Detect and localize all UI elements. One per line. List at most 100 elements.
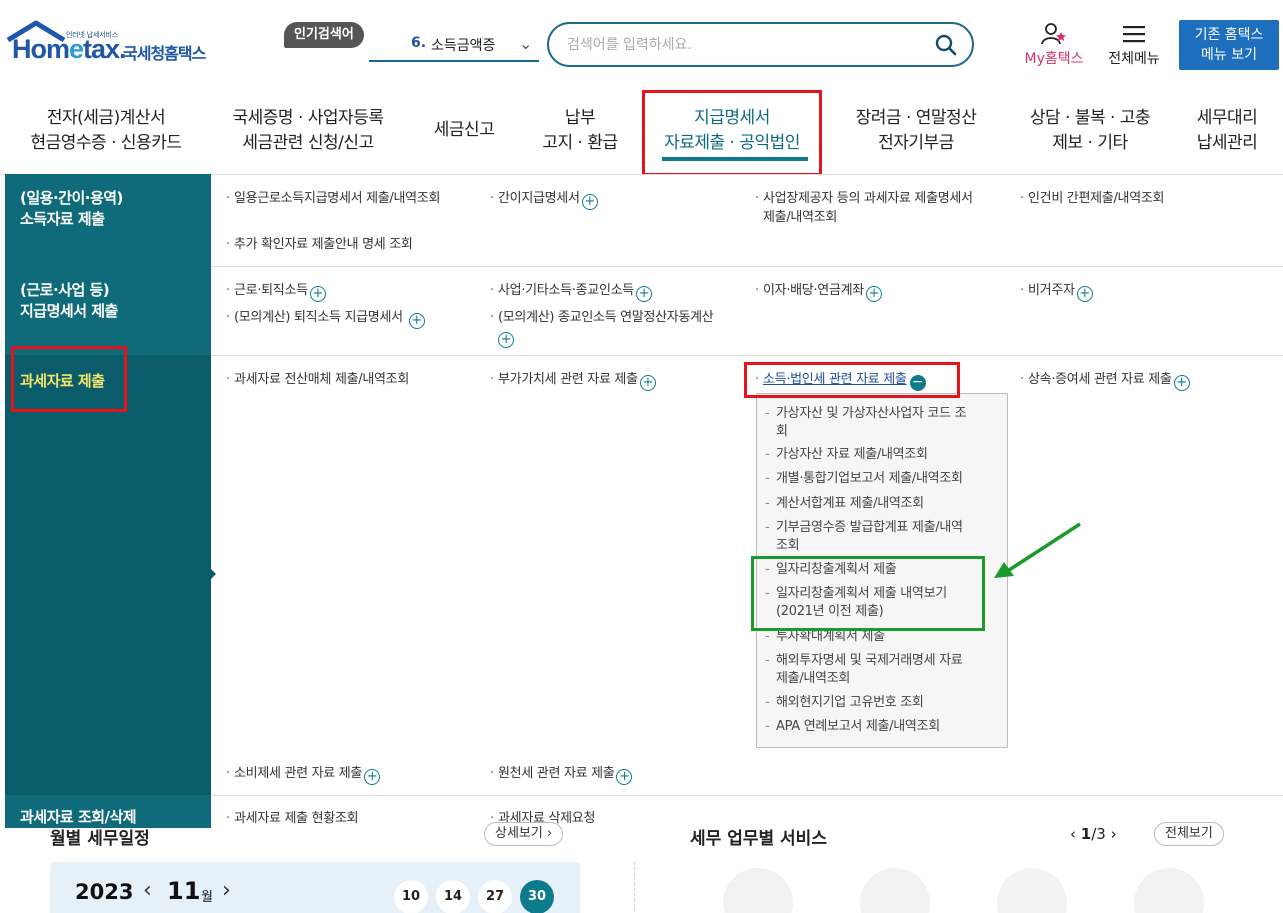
expand-plus-icon[interactable]: + xyxy=(498,332,514,348)
search-box xyxy=(547,22,974,67)
service-icon-tile[interactable] xyxy=(860,868,930,913)
popular-keyword-select[interactable]: 6. 소득금액증 ⌄ xyxy=(369,28,539,62)
menu-link[interactable]: · 추가 확인자료 제출안내 명세 조회 xyxy=(226,235,413,254)
calendar-year: 2023 xyxy=(75,880,134,904)
submenu-item[interactable]: - 개별·통합기업보고서 제출/내역조회 xyxy=(765,470,963,488)
menu-link[interactable]: · 간이지급명세서 + xyxy=(490,189,598,210)
calendar-day[interactable]: 14 xyxy=(436,880,470,913)
expand-plus-icon[interactable]: + xyxy=(865,286,882,302)
expand-plus-icon[interactable]: + xyxy=(581,194,598,210)
popular-search-badge: 인기검색어 xyxy=(284,22,364,48)
expand-plus-icon[interactable]: + xyxy=(639,375,656,391)
services-title: 세무 업무별 서비스 xyxy=(690,829,827,849)
calendar-day-selected[interactable]: 30 xyxy=(520,880,554,913)
submenu-item[interactable]: - 해외투자명세 및 국제거래명세 자료 제출/내역조회 xyxy=(765,652,1005,688)
search-input[interactable] xyxy=(567,34,927,56)
nav-item-tax-agent[interactable]: 세무대리 납세관리 xyxy=(1186,106,1268,156)
expand-plus-icon[interactable]: + xyxy=(1173,375,1190,391)
calendar-month: 11 xyxy=(167,877,201,905)
menu-link[interactable]: · 과세자료 제출 현황조회 xyxy=(226,809,359,828)
menu-link[interactable]: · (모의계산) 퇴직소득 지급명세서 + xyxy=(226,308,425,329)
prev-month-icon[interactable]: ‹ xyxy=(143,878,152,903)
menu-link[interactable]: · 소비제세 관련 자료 제출 + xyxy=(226,764,381,785)
bottom-section: 월별 세무일정 상세보기 › 세무 업무별 서비스 ‹ 1/3 › 전체보기 2… xyxy=(0,822,1283,913)
service-icon-tile[interactable] xyxy=(1134,868,1204,913)
legacy-line-1: 기존 홈택스 xyxy=(1194,27,1264,43)
expand-plus-icon[interactable]: + xyxy=(1076,286,1093,302)
schedule-detail-button[interactable]: 상세보기 › xyxy=(484,822,564,846)
row-divider xyxy=(211,266,1283,267)
submenu-item[interactable]: - 가상자산 자료 제출/내역조회 xyxy=(765,446,928,464)
header: 인터넷 납세서비스 Hometax. 국세청홈택스 인기검색어 6. 소득금액증… xyxy=(0,0,1283,88)
all-menu-label: 전체메뉴 xyxy=(1108,51,1160,67)
hometax-page: 인터넷 납세서비스 Hometax. 국세청홈택스 인기검색어 6. 소득금액증… xyxy=(0,0,1283,913)
nav-item-consultation[interactable]: 상담 · 불복 · 고충 제보 · 기타 xyxy=(1014,106,1166,156)
sidebar-highlight-box xyxy=(11,346,127,412)
menu-link[interactable]: · 근로·퇴직소득 + xyxy=(226,281,326,302)
services-all-button[interactable]: 전체보기 xyxy=(1154,822,1224,846)
submenu-item[interactable]: - APA 연례보고서 제출/내역조회 xyxy=(765,718,940,736)
popular-rank: 6. xyxy=(411,35,427,51)
nav-item-certificates[interactable]: 국세증명 · 사업자등록 세금관련 신청/신고 xyxy=(222,106,394,156)
logo-korean-name: 국세청홈택스 xyxy=(123,44,206,63)
next-page-icon[interactable]: › xyxy=(1111,825,1117,843)
menu-link[interactable]: · 인건비 간편제출/내역조회 xyxy=(1020,189,1164,208)
expand-plus-icon[interactable]: + xyxy=(309,286,326,302)
menu-link[interactable]: · 부가가치세 관련 자료 제출 + xyxy=(490,370,656,391)
menu-link[interactable]: · 비거주자 + xyxy=(1020,281,1093,302)
divider xyxy=(634,862,635,913)
menu-link[interactable]: · 사업·기타소득·종교인소득 + xyxy=(490,281,652,302)
legacy-menu-button[interactable]: 기존 홈택스 메뉴 보기 xyxy=(1179,20,1279,70)
monthly-schedule-title: 월별 세무일정 xyxy=(50,829,150,849)
chevron-right-icon: › xyxy=(546,826,553,841)
my-hometax-button[interactable]: My홈택스 xyxy=(1018,22,1090,70)
menu-link[interactable]: · 이자·배당·연금계좌 + xyxy=(755,281,882,302)
expand-plus-icon[interactable]: + xyxy=(364,769,381,785)
section-tax-data-submit[interactable]: 과세자료 제출 xyxy=(5,355,211,795)
nav-item-payment[interactable]: 납부 고지 · 환급 xyxy=(528,106,632,156)
menu-link[interactable]: · 과세자료 전산매체 제출/내역조회 xyxy=(226,370,409,389)
chevron-down-icon: ⌄ xyxy=(519,34,533,53)
my-hometax-label: My홈택스 xyxy=(1024,51,1084,67)
section-daily-income[interactable]: (일용·간이·용역) 소득자료 제출 xyxy=(5,174,211,266)
menu-link[interactable]: · (모의계산) 종교인소득 연말정산자동계산 + xyxy=(490,308,750,348)
active-section-caret xyxy=(209,567,216,581)
calendar-header: 2023 ‹ 11 월 › 10 14 27 30 xyxy=(50,862,580,913)
user-star-icon xyxy=(1041,23,1066,45)
service-pager: ‹ 1/3 › xyxy=(1070,825,1117,843)
hamburger-icon xyxy=(1123,26,1145,43)
service-icon-tile[interactable] xyxy=(723,868,793,913)
expand-plus-icon[interactable]: + xyxy=(408,313,425,329)
menu-link[interactable]: · 사업장제공자 등의 과세자료 제출명세서 제출/내역조회 xyxy=(755,189,1015,227)
calendar-day[interactable]: 10 xyxy=(394,880,428,913)
submenu-highlight-box xyxy=(751,556,985,631)
arrow-pointer-icon xyxy=(994,522,1081,578)
hometax-logo[interactable]: 인터넷 납세서비스 Hometax. 국세청홈택스 xyxy=(6,20,221,68)
next-month-icon[interactable]: › xyxy=(222,878,231,903)
menu-link[interactable]: · 원천세 관련 자료 제출 + xyxy=(490,764,633,785)
submenu-item[interactable]: - 가상자산 및 가상자산사업자 코드 조회 xyxy=(765,405,1005,441)
nav-highlight-box xyxy=(642,90,822,176)
popular-keyword: 소득금액증 xyxy=(431,38,496,54)
all-menu-button[interactable]: 전체메뉴 xyxy=(1101,22,1167,70)
nav-item-tax-return[interactable]: 세금신고 xyxy=(420,118,508,143)
row-divider xyxy=(211,795,1283,796)
submenu-item[interactable]: - 계산서합계표 제출/내역조회 xyxy=(765,495,924,513)
calendar-day[interactable]: 27 xyxy=(478,880,512,913)
menu-highlight-box xyxy=(744,362,960,398)
menu-link[interactable]: · 상속·증여세 관련 자료 제출 + xyxy=(1020,370,1190,391)
nav-item-incentives[interactable]: 장려금 · 연말정산 전자기부금 xyxy=(838,106,994,156)
service-icon-tile[interactable] xyxy=(997,868,1067,913)
expand-plus-icon[interactable]: + xyxy=(635,286,652,302)
submenu-item[interactable]: - 기부금영수증 발급합계표 제출/내역 조회 xyxy=(765,519,1005,555)
calendar-month-unit: 월 xyxy=(201,890,213,905)
menu-link[interactable]: · 일용근로소득지급명세서 제출/내역조회 xyxy=(226,189,440,208)
section-payment-statement[interactable]: (근로·사업 등) 지급명세서 제출 xyxy=(5,266,211,355)
prev-page-icon[interactable]: ‹ xyxy=(1070,825,1076,843)
row-divider xyxy=(211,355,1283,356)
search-icon[interactable] xyxy=(934,33,958,57)
submenu-item[interactable]: - 해외현지기업 고유번호 조회 xyxy=(765,694,924,712)
nav-item-einvoice[interactable]: 전자(세금)계산서 현금영수증 · 신용카드 xyxy=(20,106,192,156)
expand-plus-icon[interactable]: + xyxy=(616,769,633,785)
legacy-line-2: 메뉴 보기 xyxy=(1201,47,1257,63)
